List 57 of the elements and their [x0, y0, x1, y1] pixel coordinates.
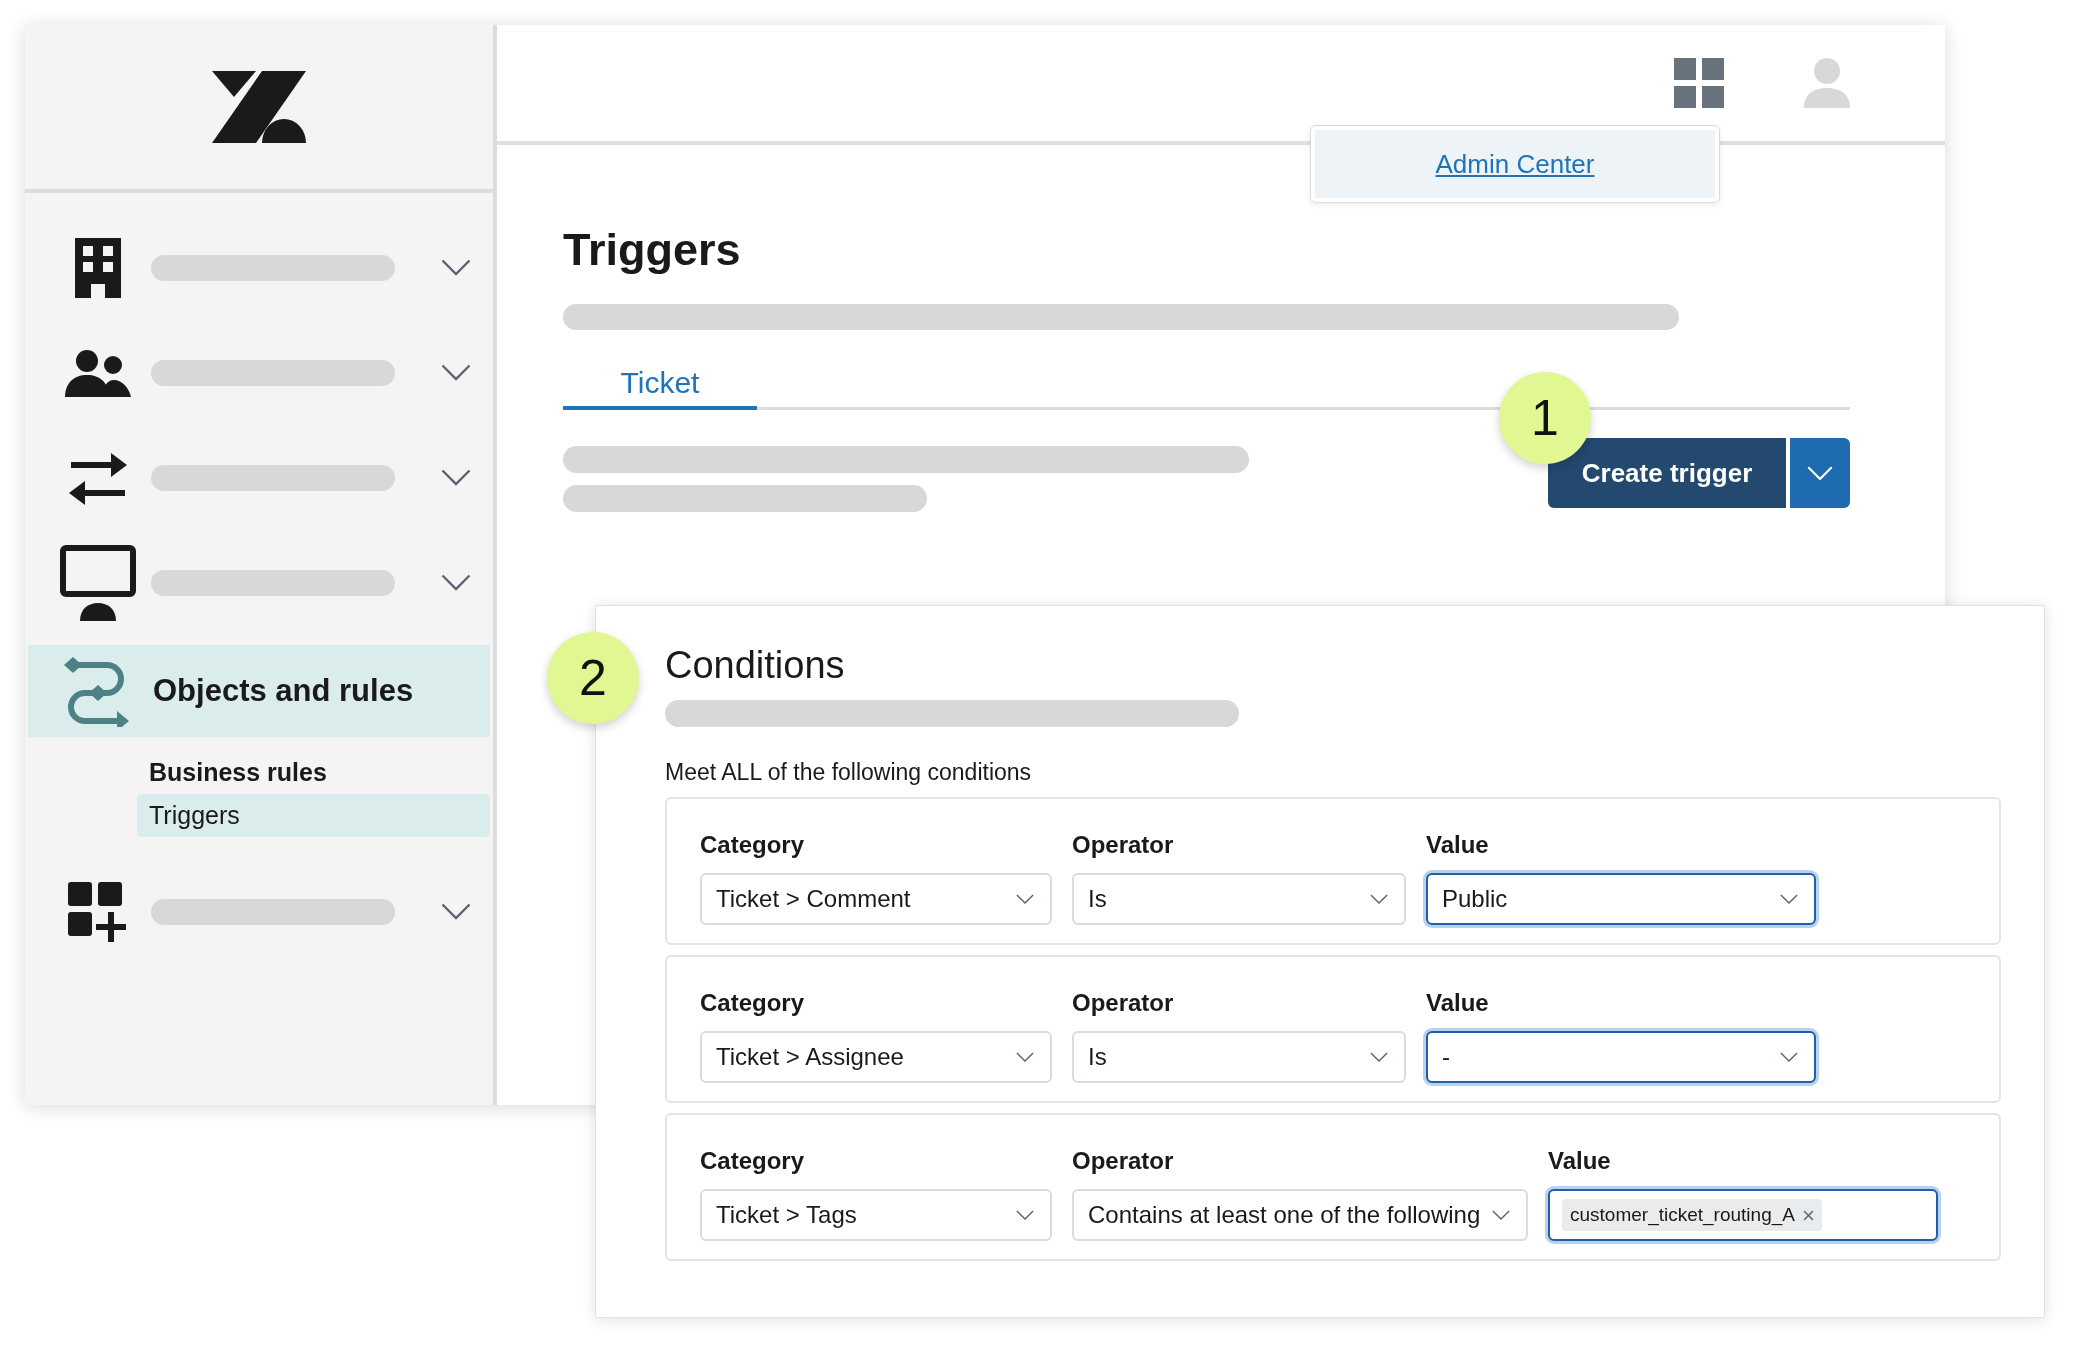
field-label: Operator — [1072, 830, 1175, 860]
close-icon[interactable] — [1802, 1209, 1814, 1221]
page-title: Triggers — [563, 227, 742, 272]
chevron-down-icon — [441, 259, 471, 276]
tag-chip[interactable]: customer_ticket_routing_A — [1562, 1198, 1822, 1232]
select-field[interactable]: - — [1426, 1031, 1816, 1083]
monitor-icon — [60, 544, 136, 621]
select-field[interactable]: Is — [1072, 1031, 1406, 1083]
select-field[interactable]: Ticket > Assignee — [700, 1031, 1052, 1083]
chevron-down-icon — [441, 574, 471, 591]
chevron-down-icon — [441, 469, 471, 486]
select-value: Ticket > Tags — [716, 1200, 857, 1230]
chevron-down-icon — [1016, 1052, 1034, 1062]
chevron-down-icon — [441, 364, 471, 381]
field-label: Value — [1426, 988, 1490, 1018]
subnav-item[interactable]: Triggers — [137, 794, 490, 837]
field-label: Category — [700, 988, 806, 1018]
section-subtitle: Meet ALL of the following conditions — [665, 757, 1033, 787]
app-grid-icon[interactable] — [1674, 58, 1724, 108]
chevron-down-icon — [1370, 1052, 1388, 1062]
section-title: Conditions — [665, 643, 846, 688]
chevron-down-icon — [1016, 894, 1034, 904]
nav-item-label: Objects and rules — [153, 671, 414, 710]
add-apps-icon — [68, 881, 128, 942]
create-trigger-button[interactable]: Create trigger — [1548, 438, 1786, 508]
select-value: Is — [1088, 884, 1107, 914]
field-label: Operator — [1072, 1146, 1175, 1176]
select-field[interactable]: Is — [1072, 873, 1406, 925]
field-label: Value — [1548, 1146, 1612, 1176]
people-icon — [65, 348, 131, 397]
chevron-down-icon — [1370, 894, 1388, 904]
chevron-down-icon — [1780, 894, 1798, 904]
tab[interactable]: Ticket — [563, 358, 757, 410]
field-label: Value — [1426, 830, 1490, 860]
building-icon — [73, 237, 123, 298]
chevron-down-icon — [1016, 1210, 1034, 1220]
subnav-item[interactable]: Business rules — [137, 751, 490, 794]
select-value: Is — [1088, 1042, 1107, 1072]
select-value: Contains at least one of the following — [1088, 1200, 1481, 1230]
field-label: Category — [700, 830, 806, 860]
create-options-button[interactable] — [1790, 438, 1850, 508]
select-field[interactable]: Public — [1426, 873, 1816, 925]
select-value: Ticket > Comment — [716, 884, 911, 914]
select-value: Public — [1442, 884, 1508, 914]
select-value: Ticket > Assignee — [716, 1042, 904, 1072]
chevron-down-icon — [1492, 1210, 1510, 1220]
tags-field[interactable]: customer_ticket_routing_A — [1548, 1189, 1938, 1241]
select-field[interactable]: Ticket > Comment — [700, 873, 1052, 925]
chevron-down-icon — [1807, 465, 1833, 481]
field-label: Operator — [1072, 988, 1175, 1018]
select-value: - — [1442, 1042, 1450, 1072]
select-field[interactable]: Contains at least one of the following — [1072, 1189, 1528, 1241]
select-field[interactable]: Ticket > Tags — [700, 1189, 1052, 1241]
field-label: Category — [700, 1146, 806, 1176]
nav-item[interactable]: Objects and rules — [28, 645, 490, 737]
chevron-down-icon — [1780, 1052, 1798, 1062]
chevron-down-icon — [441, 903, 471, 920]
